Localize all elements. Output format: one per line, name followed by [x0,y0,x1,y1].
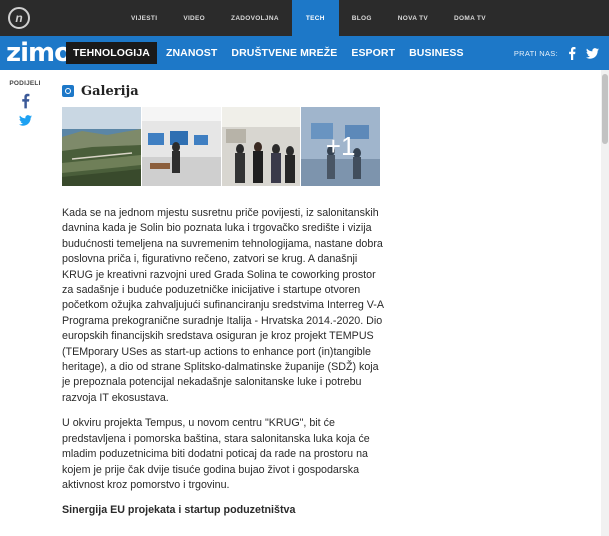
twitter-icon[interactable] [586,47,599,59]
network-link-doma-tv[interactable]: DOMA TV [441,0,499,36]
gallery-thumb-1[interactable] [62,107,141,186]
share-column: PODIJELI [9,80,41,126]
gallery-thumb-3[interactable] [221,107,301,186]
twitter-icon[interactable] [18,115,32,126]
network-bar: n VIJESTI VIDEO ZADOVOLJNA TECH BLOG NOV… [0,0,609,36]
network-link-video[interactable]: VIDEO [170,0,218,36]
section-esport[interactable]: ESPORT [344,42,402,64]
article-subheading: Sinergija EU projekata i startup poduzet… [62,504,296,517]
gallery-more-count[interactable]: +1 [301,107,380,186]
network-logo-text: n [15,11,23,25]
article-body: Kada se na jednom mjestu susretnu priče … [62,206,384,519]
follow-label: PRATI NAS: [513,48,558,58]
site-logo[interactable]: zimo [6,37,72,69]
camera-icon [62,85,74,97]
section-znanost[interactable]: ZNANOST [159,42,224,64]
network-nav: VIJESTI VIDEO ZADOVOLJNA TECH BLOG NOVA … [118,0,499,36]
scrollbar-thumb[interactable] [602,74,608,144]
share-label: PODIJELI [9,80,41,87]
article-paragraph-1: Kada se na jednom mjestu susretnu priče … [62,207,384,404]
network-link-tech[interactable]: TECH [291,0,339,36]
page-scrollbar[interactable] [601,70,609,536]
network-link-blog[interactable]: BLOG [339,0,385,36]
gallery-thumb-2[interactable] [141,107,221,186]
network-logo[interactable]: n [8,7,30,29]
facebook-icon[interactable] [568,46,576,60]
section-tehnologija[interactable]: TEHNOLOGIJA [66,42,157,64]
gallery-thumb-4[interactable]: +1 [301,107,380,186]
article-paragraph-2: U okviru projekta Tempus, u novom centru… [62,417,370,491]
follow-us: PRATI NAS: [514,36,599,70]
facebook-icon[interactable] [21,93,30,109]
network-link-nova-tv[interactable]: NOVA TV [385,0,441,36]
gallery-thumbnails: +1 [62,107,380,186]
gallery-title: Galerija [81,83,139,99]
section-nav: TEHNOLOGIJA ZNANOST DRUŠTVENE MREŽE ESPO… [66,42,471,64]
section-drustvene-mreze[interactable]: DRUŠTVENE MREŽE [224,42,344,64]
section-business[interactable]: BUSINESS [402,42,470,64]
network-link-vijesti[interactable]: VIJESTI [118,0,170,36]
gallery-header: Galerija [62,83,139,99]
network-link-zadovoljna[interactable]: ZADOVOLJNA [218,0,292,36]
site-header: zimo TEHNOLOGIJA ZNANOST DRUŠTVENE MREŽE… [0,36,609,70]
